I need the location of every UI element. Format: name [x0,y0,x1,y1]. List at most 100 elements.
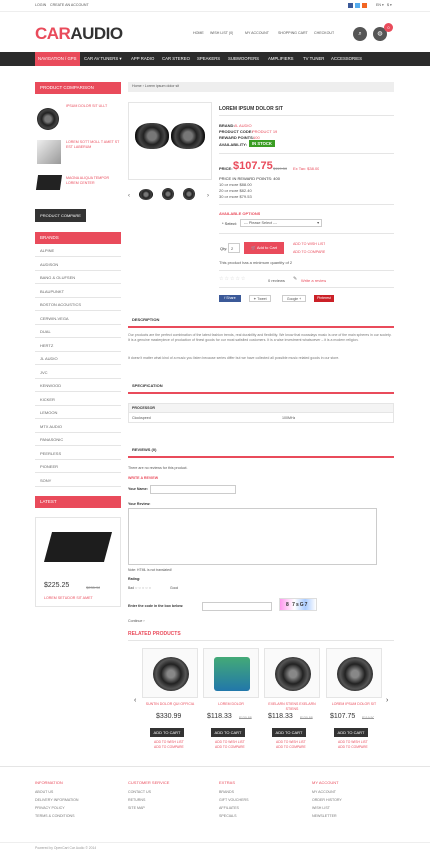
language-select[interactable]: EN ▾ [376,3,384,8]
compare-item-link[interactable]: LOREM SOTT MOLL T AMET ST EST LABERUM [66,140,121,155]
brand-item[interactable]: MTX AUDIO [35,421,121,433]
write-review-link[interactable]: Write a review [301,278,326,283]
footer-link[interactable]: RETURNS [128,798,145,803]
nav-item-app-radio[interactable]: APP RADIO [131,52,154,66]
pinterest-button[interactable]: Pinterest [314,295,334,302]
footer-link[interactable]: MY ACCOUNT [312,790,336,795]
latest-product-link[interactable]: LOREM SETUDOR SIT AMET [44,596,93,601]
related-product-image[interactable] [264,648,320,698]
nav-item-tv-tuner[interactable]: TV TUNER [303,52,324,66]
footer-link[interactable]: SPECIALS [219,814,237,819]
brand-item[interactable]: PEERLESS [35,448,121,460]
footer-link[interactable]: AFFILIATES [219,806,239,811]
related-compare-link[interactable]: ADD TO COMPARE [154,745,184,750]
related-product-name[interactable]: LOREM IPSUM DOLOR SIT [326,702,382,707]
footer-link[interactable]: NEWSLETTER [312,814,337,819]
compare-item-image[interactable] [37,140,61,164]
brand-item[interactable]: JVC [35,367,121,379]
related-next-arrow[interactable]: › [386,697,388,705]
related-product-image[interactable] [203,648,259,698]
thumbnail[interactable] [162,188,174,200]
related-add-to-cart-button[interactable]: ADD TO CART [150,728,184,737]
continue-button[interactable]: Continue › [128,619,145,624]
review-name-input[interactable] [150,485,236,494]
quantity-input[interactable]: 2 [228,243,240,253]
description-tab[interactable]: DESCRIPTION [128,312,394,328]
specification-tab[interactable]: SPECIFICATION [128,378,394,394]
brand-item[interactable]: DUAL [35,326,121,338]
related-compare-link[interactable]: ADD TO COMPARE [276,745,306,750]
add-to-cart-button[interactable]: 🛒 Add to Cart [244,242,284,254]
brand-item[interactable]: PIONEER [35,461,121,473]
facebook-share-button[interactable]: f Share [219,295,241,302]
currency-select[interactable]: $ ▾ [387,3,392,8]
google-plus-button[interactable]: Google + [282,295,306,302]
related-product-name[interactable]: SUNTIN DOLOR QUI OFFICIA [142,702,198,707]
related-product-name[interactable]: LOREM DOLOR [203,702,259,707]
brand-item[interactable]: ALPINE [35,245,121,257]
header-link-account[interactable]: MY ACCOUNT [245,31,269,36]
breadcrumb-text[interactable]: Home › Lorem ipsum dolor sit [132,84,179,89]
brand-item[interactable]: AUDISON [35,259,121,271]
footer-link[interactable]: WISH LIST [312,806,330,811]
related-add-to-cart-button[interactable]: ADD TO CART [272,728,306,737]
related-product-image[interactable] [142,648,198,698]
product-compare-button[interactable]: PRODUCT COMPARE [35,209,86,222]
login-link[interactable]: LOGIN [35,3,46,8]
next-thumb-arrow[interactable]: › [207,194,209,199]
compare-item-image[interactable] [37,108,59,130]
nav-item-speakers[interactable]: SPEAKERS [197,52,220,66]
brand-item[interactable]: JL AUDIO [35,353,121,365]
review-textarea[interactable] [128,508,377,565]
reviews-tab[interactable]: REVIEWS (0) [128,442,394,458]
footer-link[interactable]: ORDER HISTORY [312,798,342,803]
reviews-count-link[interactable]: 0 reviews [268,278,285,283]
header-link-home[interactable]: HOME [193,31,204,36]
thumbnail[interactable] [183,188,195,200]
footer-link[interactable]: SITE MAP [128,806,145,811]
add-to-compare-link[interactable]: ADD TO COMPARE [293,250,325,255]
footer-link[interactable]: GIFT VOUCHERS [219,798,249,803]
header-link-cart[interactable]: SHOPPING CART [278,31,308,36]
brand-item[interactable]: PANASONIC [35,434,121,446]
related-add-to-cart-button[interactable]: ADD TO CART [334,728,368,737]
brand-item[interactable]: BOSTON ACOUSTICS [35,299,121,311]
brand-link[interactable]: JL AUDIO [234,123,252,128]
thumbnail[interactable] [139,189,153,200]
compare-item-link[interactable]: MAGNA ALIQUA TEMPOR LOREM CENTER [66,176,121,186]
brand-item[interactable]: HERTZ [35,340,121,352]
header-link-wishlist[interactable]: WISH LIST (0) [210,31,233,36]
logo[interactable]: CARAUDIO [35,24,123,44]
footer-link[interactable]: TERMS & CONDITIONS [35,814,75,819]
compare-item-link[interactable]: IPSUM DOLOR SIT ULLT [66,104,121,114]
brand-item[interactable]: BLAUPUNKT [35,286,121,298]
nav-item-subwoofers[interactable]: SUBWOOFERS [228,52,259,66]
related-prev-arrow[interactable]: ‹ [134,697,136,705]
create-account-link[interactable]: CREATE AN ACCOUNT [50,3,89,8]
footer-link[interactable]: DELIVERY INFORMATION [35,798,79,803]
latest-product-image[interactable] [43,532,113,562]
compare-item-image[interactable] [35,175,63,190]
facebook-icon[interactable] [348,3,353,8]
nav-item-accessories[interactable]: ACCESSORIES [331,52,362,66]
footer-link[interactable]: BRANDS [219,790,234,795]
twitter-icon[interactable] [355,3,360,8]
captcha-input[interactable] [202,602,272,611]
add-to-wishlist-link[interactable]: ADD TO WISH LIST [293,242,325,247]
tweet-button[interactable]: ✦ Tweet [249,295,271,302]
nav-item-amplifiers[interactable]: AMPLIFIERS [268,52,294,66]
brand-item[interactable]: LEMOON [35,407,121,419]
nav-item-tuners[interactable]: CAR AV TUNERS ▾ [84,52,122,66]
nav-item-navigation[interactable]: NAVIGATION / GPS [35,52,80,66]
footer-link[interactable]: PRIVACY POLICY [35,806,65,811]
related-product-image[interactable] [326,648,382,698]
related-product-name[interactable]: EXELARN STIENS EXELARN STIENS [264,702,320,711]
related-add-to-cart-button[interactable]: ADD TO CART [211,728,245,737]
header-link-checkout[interactable]: CHECKOUT [314,31,334,36]
main-product-image[interactable] [128,102,212,180]
prev-thumb-arrow[interactable]: ‹ [128,194,130,199]
brand-item[interactable]: BANG & OLUFSEN [35,272,121,284]
footer-link[interactable]: CONTACT US [128,790,151,795]
related-compare-link[interactable]: ADD TO COMPARE [215,745,245,750]
brand-item[interactable]: KICKER [35,394,121,406]
